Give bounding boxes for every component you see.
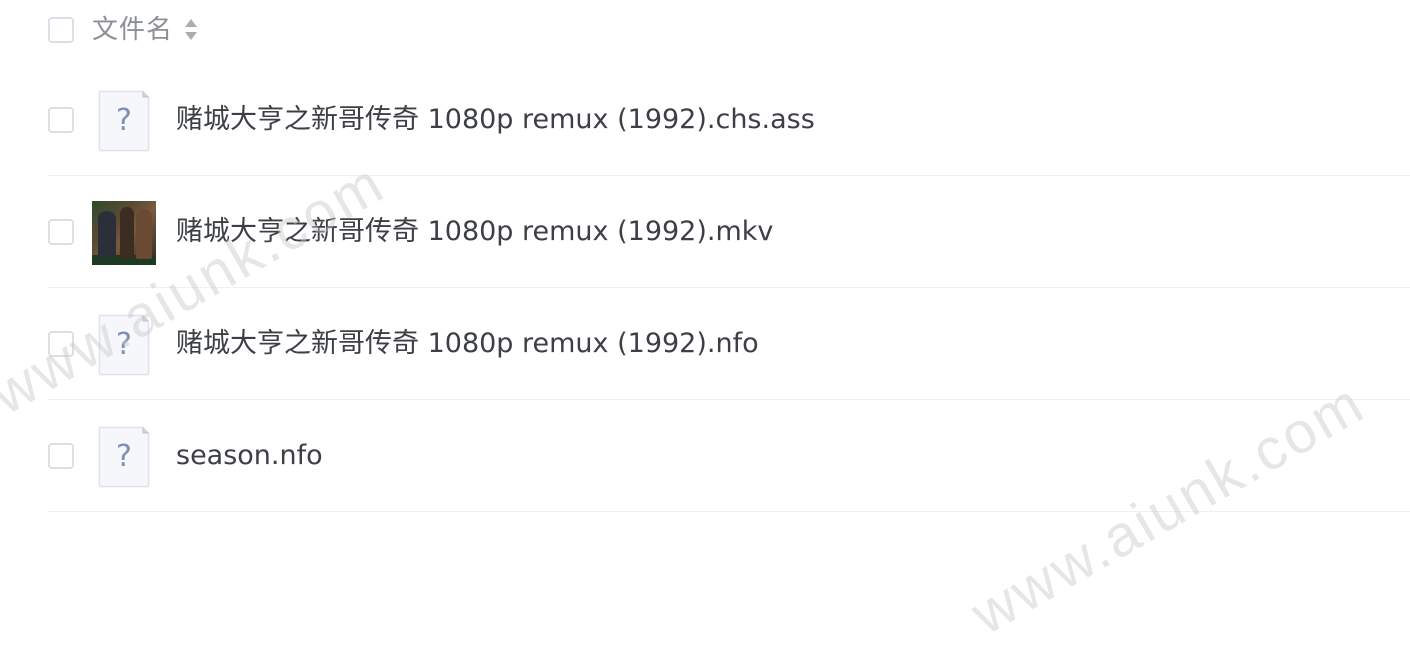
unknown-file-icon: ?	[98, 314, 150, 376]
sort-down-arrow	[185, 32, 197, 40]
svg-text:?: ?	[116, 327, 132, 362]
unknown-file-icon: ?	[98, 426, 150, 488]
row-checkbox[interactable]	[48, 219, 74, 245]
column-header-filename[interactable]: 文件名	[92, 13, 173, 47]
row-checkbox[interactable]	[48, 107, 74, 133]
video-thumbnail	[92, 201, 156, 265]
file-name[interactable]: 赌城大亨之新哥传奇 1080p remux (1992).chs.ass	[176, 100, 815, 140]
thumb-figure	[98, 211, 116, 257]
file-name[interactable]: 赌城大亨之新哥传奇 1080p remux (1992).nfo	[176, 324, 759, 364]
file-name[interactable]: 赌城大亨之新哥传奇 1080p remux (1992).mkv	[176, 212, 773, 252]
thumb-figure	[120, 207, 134, 259]
file-name[interactable]: season.nfo	[176, 436, 323, 476]
file-row[interactable]: ? 赌城大亨之新哥传奇 1080p remux (1992).chs.ass	[48, 64, 1410, 176]
svg-text:?: ?	[116, 103, 132, 138]
file-row[interactable]: 赌城大亨之新哥传奇 1080p remux (1992).mkv	[48, 176, 1410, 288]
unknown-file-icon: ?	[98, 90, 150, 152]
file-row[interactable]: ? 赌城大亨之新哥传奇 1080p remux (1992).nfo	[48, 288, 1410, 400]
sort-up-arrow	[185, 19, 197, 27]
row-checkbox[interactable]	[48, 331, 74, 357]
svg-text:?: ?	[116, 439, 132, 474]
sort-icon[interactable]	[184, 19, 198, 43]
thumb-figure	[136, 209, 152, 259]
list-header: 文件名	[0, 0, 1410, 62]
file-row[interactable]: ? season.nfo	[48, 400, 1410, 512]
row-checkbox[interactable]	[48, 443, 74, 469]
select-all-checkbox[interactable]	[48, 17, 74, 43]
